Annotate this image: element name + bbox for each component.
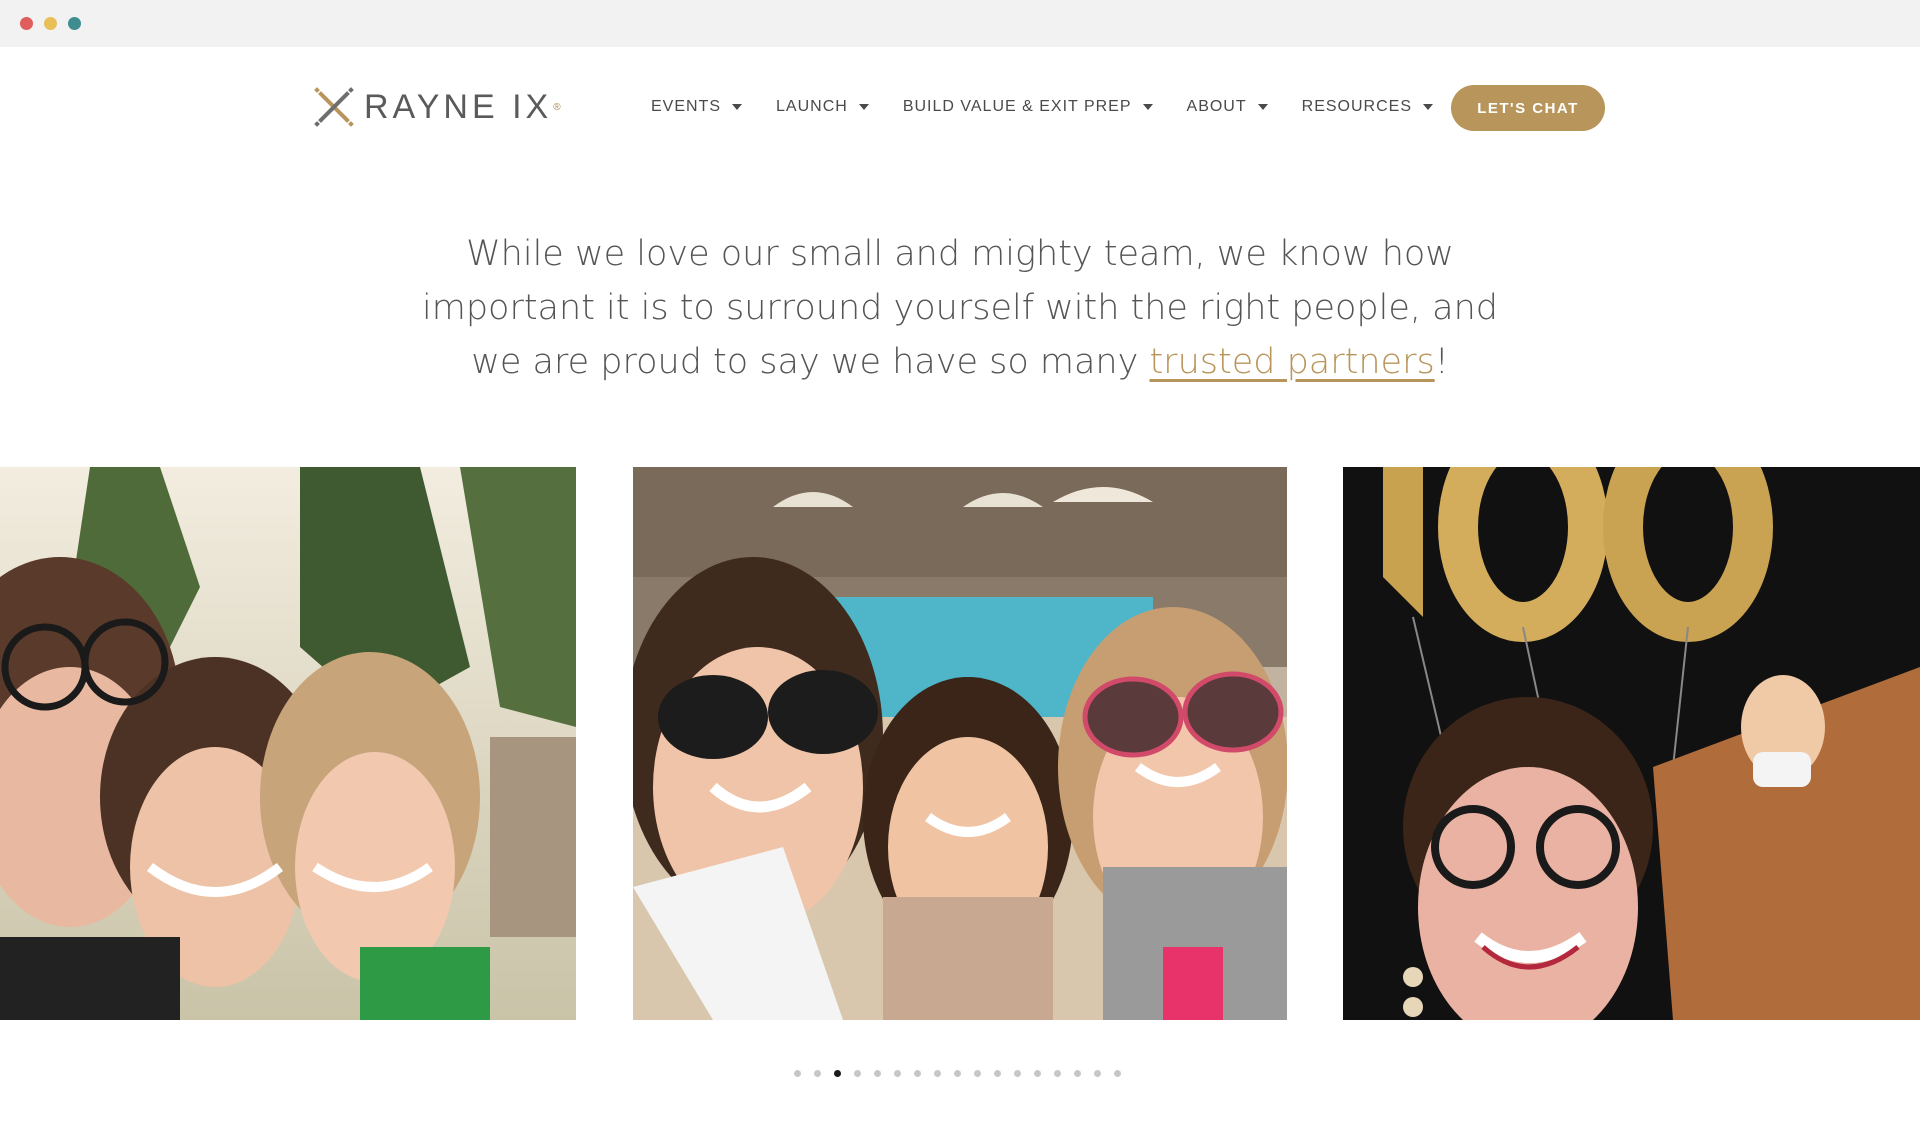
site-logo[interactable]: RAYNE IX ® xyxy=(312,84,561,130)
carousel-dot[interactable] xyxy=(834,1070,841,1077)
carousel-dot[interactable] xyxy=(994,1070,1001,1077)
carousel-dot[interactable] xyxy=(874,1070,881,1077)
photo-three-women-outdoors xyxy=(0,467,576,1020)
carousel-photo[interactable] xyxy=(1343,467,1920,1020)
carousel-dot[interactable] xyxy=(954,1070,961,1077)
caret-down-icon xyxy=(732,104,743,110)
nav-item-label: LAUNCH xyxy=(776,98,848,115)
caret-down-icon xyxy=(1423,104,1433,110)
close-window-icon[interactable] xyxy=(20,17,33,30)
carousel-dot[interactable] xyxy=(1094,1070,1101,1077)
caret-down-icon xyxy=(1257,104,1268,110)
main-nav: EVENTS LAUNCH BUILD VALUE & EXIT PREP AB… xyxy=(651,97,1467,117)
carousel-dot[interactable] xyxy=(974,1070,981,1077)
nav-item-label: EVENTS xyxy=(651,98,722,115)
carousel-pagination xyxy=(794,1070,1134,1077)
carousel-dot[interactable] xyxy=(1074,1070,1081,1077)
nav-item-label: ABOUT xyxy=(1186,98,1247,115)
browser-window: RAYNE IX ® EVENTS LAUNCH BUILD VALUE & E… xyxy=(0,0,1920,1133)
trusted-partners-link[interactable]: trusted partners xyxy=(1149,342,1434,382)
carousel-dot[interactable] xyxy=(914,1070,921,1077)
carousel-dot[interactable] xyxy=(1054,1070,1061,1077)
photo-three-women-pool xyxy=(633,467,1287,1020)
carousel-dot[interactable] xyxy=(814,1070,821,1077)
caret-down-icon xyxy=(1142,104,1153,110)
carousel-dot[interactable] xyxy=(854,1070,861,1077)
carousel-photo[interactable] xyxy=(633,467,1287,1020)
carousel-photo[interactable] xyxy=(0,467,576,1020)
carousel-dot[interactable] xyxy=(934,1070,941,1077)
nav-item-launch[interactable]: LAUNCH xyxy=(776,98,869,116)
nav-item-build-value[interactable]: BUILD VALUE & EXIT PREP xyxy=(903,98,1153,116)
nav-item-about[interactable]: ABOUT xyxy=(1187,98,1268,116)
registered-mark: ® xyxy=(553,101,561,113)
nav-item-events[interactable]: EVENTS xyxy=(651,98,743,116)
photo-woman-gold-balloons xyxy=(1343,467,1920,1020)
nav-item-resources[interactable]: RESOURCES xyxy=(1302,98,1433,116)
logo-x-mark-icon xyxy=(314,87,354,127)
carousel-dot[interactable] xyxy=(1114,1070,1121,1077)
intro-text-end: ! xyxy=(1434,342,1449,382)
carousel-dot[interactable] xyxy=(794,1070,801,1077)
intro-paragraph: While we love our small and mighty team,… xyxy=(420,227,1500,389)
nav-item-label: BUILD VALUE & EXIT PREP xyxy=(902,98,1132,115)
lets-chat-button[interactable]: LET'S CHAT xyxy=(1451,85,1605,131)
caret-down-icon xyxy=(858,104,869,110)
zoom-window-icon[interactable] xyxy=(68,17,81,30)
window-titlebar xyxy=(0,0,1920,47)
carousel-dot[interactable] xyxy=(894,1070,901,1077)
nav-item-label: RESOURCES xyxy=(1301,98,1412,115)
web-page: RAYNE IX ® EVENTS LAUNCH BUILD VALUE & E… xyxy=(0,47,1920,1133)
minimize-window-icon[interactable] xyxy=(44,17,57,30)
carousel-dot[interactable] xyxy=(1014,1070,1021,1077)
carousel-dot[interactable] xyxy=(1034,1070,1041,1077)
logo-wordmark: RAYNE IX xyxy=(364,87,553,126)
